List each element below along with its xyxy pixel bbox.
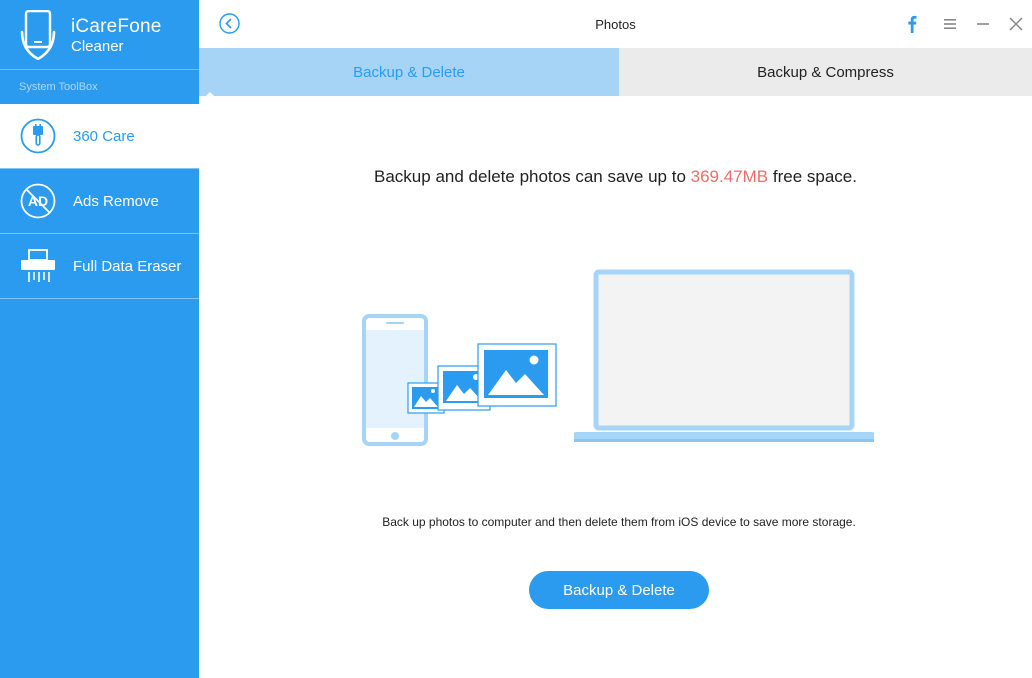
description-text: Back up photos to computer and then dele… (382, 515, 856, 529)
minimize-icon[interactable] (972, 13, 994, 35)
tab-backup-delete[interactable]: Backup & Delete (199, 48, 619, 96)
app-name: iCareFone (71, 16, 162, 37)
facebook-icon[interactable] (901, 13, 923, 35)
headline-text: Backup and delete photos can save up to (374, 167, 691, 186)
backup-delete-button[interactable]: Backup & Delete (529, 571, 709, 609)
savings-size: 369.47MB (690, 167, 769, 186)
section-label: System ToolBox (19, 81, 98, 93)
sidebar-item-full-data-eraser[interactable]: Full Data Eraser (0, 234, 199, 298)
ad-block-icon: AD (20, 183, 56, 219)
savings-headline: Backup and delete photos can save up to … (199, 167, 1032, 187)
sidebar-item-ads-remove[interactable]: AD Ads Remove (0, 169, 199, 233)
brush-icon (20, 118, 56, 154)
svg-text:AD: AD (28, 193, 48, 209)
active-tab-indicator (202, 92, 218, 100)
menu-icon[interactable] (939, 13, 961, 35)
sidebar-item-label: Ads Remove (73, 193, 159, 210)
sidebar-item-label: Full Data Eraser (73, 258, 182, 275)
sidebar-item-360-care[interactable]: 360 Care (0, 104, 199, 168)
app-logo-icon (20, 10, 56, 60)
brand: iCareFone Cleaner (0, 0, 199, 70)
title-bar: Photos (199, 0, 1032, 48)
divider (0, 298, 199, 299)
shredder-icon (21, 249, 55, 282)
close-icon[interactable] (1005, 13, 1027, 35)
headline-text: free space. (768, 167, 857, 186)
sidebar: iCareFone Cleaner System ToolBox 360 Car… (0, 0, 199, 678)
sidebar-item-label: 360 Care (73, 128, 135, 145)
phone-to-computer-illustration (362, 269, 874, 446)
tab-bar: Backup & Delete Backup & Compress (199, 48, 1032, 96)
app-subtitle: Cleaner (71, 38, 124, 55)
tab-backup-compress[interactable]: Backup & Compress (619, 48, 1032, 96)
